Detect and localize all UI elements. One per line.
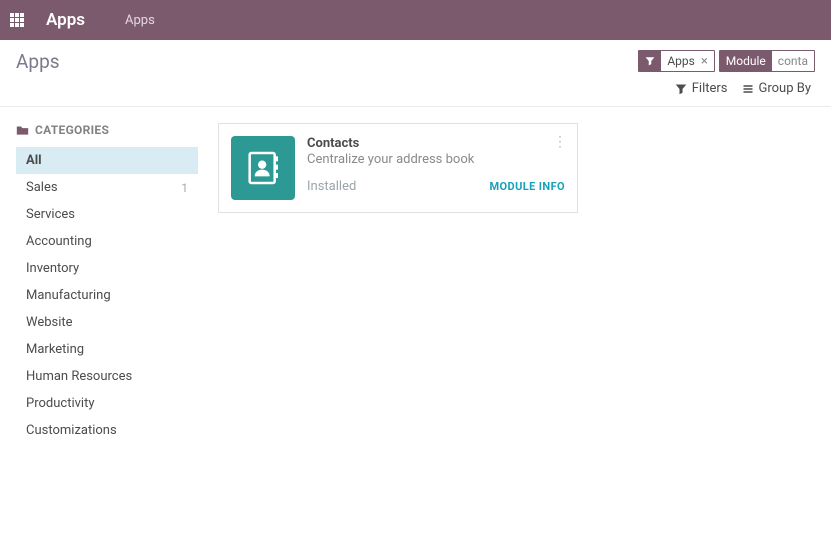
sidebar-item-customizations[interactable]: Customizations bbox=[16, 417, 198, 444]
sidebar-item-marketing[interactable]: Marketing bbox=[16, 336, 198, 363]
contacts-icon bbox=[231, 136, 295, 200]
folder-icon bbox=[16, 124, 29, 137]
navbar: Apps Apps bbox=[0, 0, 831, 40]
module-info-button[interactable]: MODULE INFO bbox=[490, 180, 566, 193]
sidebar-item-count: 1 bbox=[181, 181, 188, 195]
content: ⋮ Contacts Centralize your address book … bbox=[198, 107, 831, 533]
search-tag-badge: Module bbox=[720, 51, 772, 71]
sidebar-item-manufacturing[interactable]: Manufacturing bbox=[16, 282, 198, 309]
groupby-label: Group By bbox=[759, 81, 812, 96]
sidebar-item-label: Marketing bbox=[26, 342, 84, 357]
filters-label: Filters bbox=[692, 81, 728, 96]
sidebar-header: CATEGORIES bbox=[16, 123, 198, 137]
close-icon[interactable]: × bbox=[701, 54, 714, 69]
module-name: Contacts bbox=[307, 136, 565, 151]
sidebar-item-sales[interactable]: Sales 1 bbox=[16, 174, 198, 201]
module-status: Installed bbox=[307, 179, 356, 194]
sidebar-item-services[interactable]: Services bbox=[16, 201, 198, 228]
sidebar-item-website[interactable]: Website bbox=[16, 309, 198, 336]
sidebar-item-label: Productivity bbox=[26, 396, 94, 411]
control-panel: Apps Apps × Module conta Filters Group B… bbox=[0, 40, 831, 107]
sidebar-item-label: Website bbox=[26, 315, 73, 330]
module-body: Contacts Centralize your address book In… bbox=[307, 136, 565, 200]
module-card[interactable]: ⋮ Contacts Centralize your address book … bbox=[218, 123, 578, 213]
sidebar-item-label: Manufacturing bbox=[26, 288, 111, 303]
page-title: Apps bbox=[16, 50, 60, 73]
main: CATEGORIES All Sales 1 Services Accounti… bbox=[0, 107, 831, 533]
sidebar: CATEGORIES All Sales 1 Services Accounti… bbox=[0, 107, 198, 533]
sidebar-item-label: Sales bbox=[26, 180, 58, 195]
sidebar-item-label: Services bbox=[26, 207, 75, 222]
navbar-menu-apps[interactable]: Apps bbox=[125, 13, 155, 28]
search-tag-module[interactable]: Module conta bbox=[719, 50, 815, 72]
search-facets: Apps × Module conta bbox=[638, 50, 815, 72]
sidebar-item-label: Human Resources bbox=[26, 369, 132, 384]
module-description: Centralize your address book bbox=[307, 152, 565, 167]
sidebar-header-label: CATEGORIES bbox=[35, 123, 109, 137]
apps-grid-icon[interactable] bbox=[10, 13, 26, 27]
kebab-icon[interactable]: ⋮ bbox=[553, 134, 567, 150]
sidebar-item-label: Accounting bbox=[26, 234, 92, 249]
sidebar-item-label: All bbox=[26, 153, 42, 168]
filter-icon bbox=[675, 83, 687, 95]
sidebar-item-accounting[interactable]: Accounting bbox=[16, 228, 198, 255]
list-icon bbox=[742, 83, 754, 95]
search-tag-label: Apps bbox=[661, 54, 701, 68]
sidebar-item-inventory[interactable]: Inventory bbox=[16, 255, 198, 282]
sidebar-item-label: Customizations bbox=[26, 423, 117, 438]
filters-button[interactable]: Filters bbox=[675, 81, 728, 96]
sidebar-item-productivity[interactable]: Productivity bbox=[16, 390, 198, 417]
groupby-button[interactable]: Group By bbox=[742, 81, 812, 96]
navbar-brand: Apps bbox=[46, 10, 85, 30]
sidebar-item-all[interactable]: All bbox=[16, 147, 198, 174]
search-tag-value: conta bbox=[772, 54, 814, 68]
search-tag-apps[interactable]: Apps × bbox=[638, 50, 714, 72]
sidebar-item-human-resources[interactable]: Human Resources bbox=[16, 363, 198, 390]
filter-icon bbox=[639, 51, 661, 71]
sidebar-item-label: Inventory bbox=[26, 261, 79, 276]
